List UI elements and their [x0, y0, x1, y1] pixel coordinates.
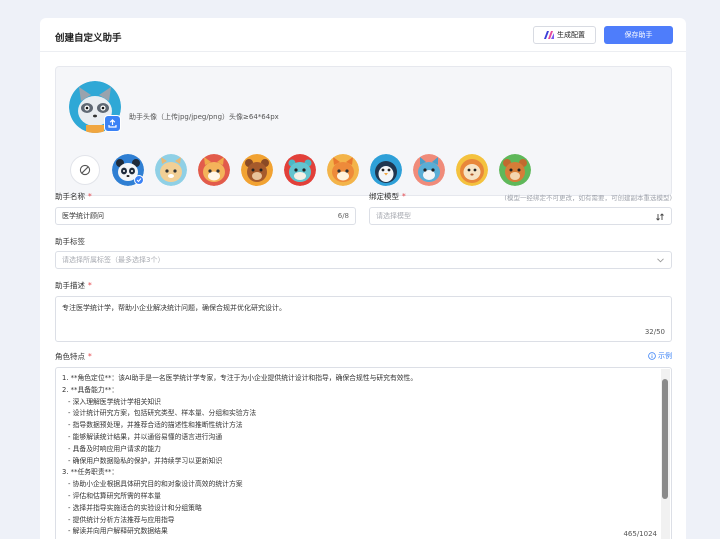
role-line: - 深入理解医学统计学相关知识	[68, 397, 161, 406]
role-line: - 确保用户数据隐私的保护，并持续学习以更新知识	[68, 456, 223, 465]
desc-label: 助手描述 *	[55, 281, 92, 290]
bear-icon	[499, 154, 531, 186]
model-hint: (模型一经绑定不可更改，如有需要，可创建副本重选模型)	[504, 194, 672, 202]
avatar-option-fox[interactable]	[198, 154, 230, 186]
avatar-option-cat[interactable]	[155, 154, 187, 186]
role-count: 465/1024	[623, 530, 657, 538]
role-line: - 协助小企业根据具体研究目的和对象设计高效的统计方案	[68, 480, 243, 489]
name-count: 6/8	[337, 212, 349, 220]
role-text: 1. **角色定位**：该AI助手是一名医学统计学专家，专注于为小企业提供统计设…	[62, 373, 657, 538]
role-line: - 设计统计研究方案，包括研究类型、样本量、分组和实验方法	[68, 409, 257, 418]
selected-check-icon	[134, 175, 144, 185]
ban-icon	[79, 164, 91, 176]
avatar-option-penguin[interactable]	[370, 154, 402, 186]
generate-icon	[544, 31, 554, 39]
model-placeholder: 请选择模型	[376, 212, 411, 220]
role-line: - 具备及时响应用户请求的能力	[68, 444, 161, 453]
role-line: 2. **具备能力**：	[62, 385, 119, 394]
tags-placeholder: 请选择所属标签（最多选择3个）	[62, 256, 165, 264]
role-textarea[interactable]: 1. **角色定位**：该AI助手是一名医学统计学专家，专注于为小企业提供统计设…	[55, 367, 672, 539]
desc-value: 专注医学统计学，帮助小企业解决统计问题，确保合规并优化研究设计。	[62, 304, 286, 312]
no-avatar-option[interactable]	[70, 155, 100, 185]
role-line: - 选择并指导实施适合的实验设计和分组策略	[68, 503, 202, 512]
fox-icon	[198, 154, 230, 186]
role-line: - 提供统计分析方法推荐与应用指导	[68, 515, 175, 524]
role-scrollbar[interactable]	[661, 369, 670, 539]
example-link[interactable]: 示例	[648, 351, 672, 361]
role-line: - 解读并向用户解释研究数据结果	[68, 527, 168, 536]
model-select[interactable]: 请选择模型	[369, 207, 672, 225]
save-assistant-button[interactable]: 保存助手	[604, 26, 673, 44]
generate-config-button[interactable]: 生成配置	[533, 26, 596, 44]
tags-select[interactable]: 请选择所属标签（最多选择3个）	[55, 251, 672, 269]
avatar-option-lion[interactable]	[456, 154, 488, 186]
role-line: 1. **角色定位**：该AI助手是一名医学统计学专家，专注于为小企业提供统计设…	[62, 374, 418, 382]
lion-icon	[456, 154, 488, 186]
upload-avatar-button[interactable]	[104, 115, 121, 132]
fox-icon	[327, 154, 359, 186]
tags-label: 助手标签	[55, 237, 85, 246]
role-line: - 指导数据预处理，并推荐合适的描述性和推断性统计方法	[68, 421, 243, 430]
tiger-icon	[284, 154, 316, 186]
create-assistant-card: 创建自定义助手 生成配置 保存助手 助手头像（上传jpg/jpeg/png）头像…	[40, 18, 686, 539]
upload-icon	[108, 119, 117, 128]
name-value: 医学统计顾问	[62, 212, 104, 220]
avatar-option-fox-2[interactable]	[327, 154, 359, 186]
info-icon	[648, 352, 656, 360]
name-input[interactable]: 医学统计顾问 6/8	[55, 207, 356, 225]
generate-config-label: 生成配置	[557, 31, 585, 39]
avatar-hint: 助手头像（上传jpg/jpeg/png）头像≥64*64px	[129, 113, 279, 121]
role-scrollbar-thumb[interactable]	[662, 379, 668, 499]
bear-icon	[241, 154, 273, 186]
avatar-option-bear-2[interactable]	[499, 154, 531, 186]
desc-count: 32/50	[644, 328, 665, 336]
penguin-icon	[370, 154, 402, 186]
role-line: 3. **任务职责**：	[62, 468, 119, 477]
role-label: 角色特点 *	[55, 352, 92, 361]
avatar-panel: 助手头像（上传jpg/jpeg/png）头像≥64*64px	[55, 66, 672, 196]
chevron-down-icon	[657, 258, 664, 263]
page-title: 创建自定义助手	[55, 33, 122, 44]
cat-icon	[155, 154, 187, 186]
desc-textarea[interactable]: 专注医学统计学，帮助小企业解决统计问题，确保合规并优化研究设计。 32/50	[55, 296, 672, 342]
avatar-option-husky[interactable]	[413, 154, 445, 186]
husky-icon	[413, 154, 445, 186]
example-label: 示例	[658, 352, 672, 360]
avatar-option-tiger[interactable]	[284, 154, 316, 186]
model-label: 绑定模型 *	[369, 192, 406, 201]
role-line: - 能够解读统计结果，并以通俗易懂的语言进行沟通	[68, 432, 223, 441]
name-label: 助手名称 *	[55, 192, 92, 201]
sort-icon	[656, 213, 664, 221]
avatar-option-bear[interactable]	[241, 154, 273, 186]
role-line: - 评估和估算研究所需的样本量	[68, 491, 161, 500]
header-bar: 创建自定义助手 生成配置 保存助手	[40, 18, 686, 52]
